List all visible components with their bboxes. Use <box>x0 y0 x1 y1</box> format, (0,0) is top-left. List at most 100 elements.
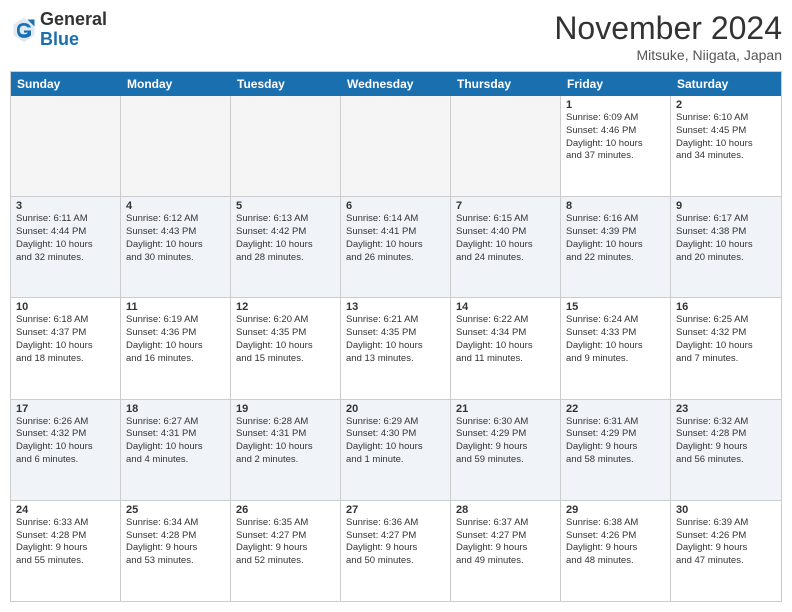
day-number: 29 <box>566 504 665 516</box>
calendar-cell: 26Sunrise: 6:35 AMSunset: 4:27 PMDayligh… <box>231 501 341 601</box>
day-info: Sunrise: 6:25 AMSunset: 4:32 PMDaylight:… <box>676 314 776 365</box>
day-info: Sunrise: 6:32 AMSunset: 4:28 PMDaylight:… <box>676 416 776 467</box>
day-number: 17 <box>16 403 115 415</box>
day-info: Sunrise: 6:21 AMSunset: 4:35 PMDaylight:… <box>346 314 445 365</box>
day-number: 5 <box>236 200 335 212</box>
day-info: Sunrise: 6:14 AMSunset: 4:41 PMDaylight:… <box>346 213 445 264</box>
calendar-cell: 16Sunrise: 6:25 AMSunset: 4:32 PMDayligh… <box>671 298 781 398</box>
calendar-cell: 30Sunrise: 6:39 AMSunset: 4:26 PMDayligh… <box>671 501 781 601</box>
day-number: 23 <box>676 403 776 415</box>
calendar-cell: 22Sunrise: 6:31 AMSunset: 4:29 PMDayligh… <box>561 400 671 500</box>
header: General Blue November 2024 Mitsuke, Niig… <box>10 10 782 63</box>
day-info: Sunrise: 6:10 AMSunset: 4:45 PMDaylight:… <box>676 112 776 163</box>
day-info: Sunrise: 6:39 AMSunset: 4:26 PMDaylight:… <box>676 517 776 568</box>
logo-text: General Blue <box>40 10 107 50</box>
day-info: Sunrise: 6:24 AMSunset: 4:33 PMDaylight:… <box>566 314 665 365</box>
day-number: 26 <box>236 504 335 516</box>
calendar-header-day: Tuesday <box>231 72 341 96</box>
calendar-cell: 7Sunrise: 6:15 AMSunset: 4:40 PMDaylight… <box>451 197 561 297</box>
day-number: 18 <box>126 403 225 415</box>
day-info: Sunrise: 6:34 AMSunset: 4:28 PMDaylight:… <box>126 517 225 568</box>
day-number: 25 <box>126 504 225 516</box>
calendar-body: 1Sunrise: 6:09 AMSunset: 4:46 PMDaylight… <box>11 96 781 601</box>
day-info: Sunrise: 6:18 AMSunset: 4:37 PMDaylight:… <box>16 314 115 365</box>
day-info: Sunrise: 6:15 AMSunset: 4:40 PMDaylight:… <box>456 213 555 264</box>
calendar-header-day: Thursday <box>451 72 561 96</box>
day-info: Sunrise: 6:38 AMSunset: 4:26 PMDaylight:… <box>566 517 665 568</box>
logo-general: General <box>40 9 107 29</box>
calendar-cell: 4Sunrise: 6:12 AMSunset: 4:43 PMDaylight… <box>121 197 231 297</box>
calendar-cell: 19Sunrise: 6:28 AMSunset: 4:31 PMDayligh… <box>231 400 341 500</box>
calendar-cell: 10Sunrise: 6:18 AMSunset: 4:37 PMDayligh… <box>11 298 121 398</box>
calendar-cell: 11Sunrise: 6:19 AMSunset: 4:36 PMDayligh… <box>121 298 231 398</box>
calendar-cell <box>341 96 451 196</box>
calendar-header-day: Friday <box>561 72 671 96</box>
day-number: 27 <box>346 504 445 516</box>
calendar-cell: 2Sunrise: 6:10 AMSunset: 4:45 PMDaylight… <box>671 96 781 196</box>
day-number: 2 <box>676 99 776 111</box>
calendar-row: 24Sunrise: 6:33 AMSunset: 4:28 PMDayligh… <box>11 501 781 601</box>
day-info: Sunrise: 6:17 AMSunset: 4:38 PMDaylight:… <box>676 213 776 264</box>
calendar-cell: 17Sunrise: 6:26 AMSunset: 4:32 PMDayligh… <box>11 400 121 500</box>
day-info: Sunrise: 6:33 AMSunset: 4:28 PMDaylight:… <box>16 517 115 568</box>
calendar-cell: 14Sunrise: 6:22 AMSunset: 4:34 PMDayligh… <box>451 298 561 398</box>
calendar-cell: 1Sunrise: 6:09 AMSunset: 4:46 PMDaylight… <box>561 96 671 196</box>
day-info: Sunrise: 6:28 AMSunset: 4:31 PMDaylight:… <box>236 416 335 467</box>
calendar-cell: 27Sunrise: 6:36 AMSunset: 4:27 PMDayligh… <box>341 501 451 601</box>
calendar-cell: 5Sunrise: 6:13 AMSunset: 4:42 PMDaylight… <box>231 197 341 297</box>
calendar-cell: 25Sunrise: 6:34 AMSunset: 4:28 PMDayligh… <box>121 501 231 601</box>
logo-icon <box>10 16 38 44</box>
day-number: 19 <box>236 403 335 415</box>
main-container: General Blue November 2024 Mitsuke, Niig… <box>0 0 792 612</box>
calendar-cell <box>451 96 561 196</box>
calendar-cell: 3Sunrise: 6:11 AMSunset: 4:44 PMDaylight… <box>11 197 121 297</box>
day-number: 28 <box>456 504 555 516</box>
calendar-cell: 21Sunrise: 6:30 AMSunset: 4:29 PMDayligh… <box>451 400 561 500</box>
day-info: Sunrise: 6:36 AMSunset: 4:27 PMDaylight:… <box>346 517 445 568</box>
day-number: 30 <box>676 504 776 516</box>
day-info: Sunrise: 6:11 AMSunset: 4:44 PMDaylight:… <box>16 213 115 264</box>
day-info: Sunrise: 6:22 AMSunset: 4:34 PMDaylight:… <box>456 314 555 365</box>
day-number: 24 <box>16 504 115 516</box>
day-info: Sunrise: 6:16 AMSunset: 4:39 PMDaylight:… <box>566 213 665 264</box>
calendar-cell: 28Sunrise: 6:37 AMSunset: 4:27 PMDayligh… <box>451 501 561 601</box>
day-info: Sunrise: 6:37 AMSunset: 4:27 PMDaylight:… <box>456 517 555 568</box>
day-info: Sunrise: 6:09 AMSunset: 4:46 PMDaylight:… <box>566 112 665 163</box>
day-number: 1 <box>566 99 665 111</box>
day-number: 3 <box>16 200 115 212</box>
calendar-cell <box>231 96 341 196</box>
day-info: Sunrise: 6:30 AMSunset: 4:29 PMDaylight:… <box>456 416 555 467</box>
calendar-row: 1Sunrise: 6:09 AMSunset: 4:46 PMDaylight… <box>11 96 781 197</box>
calendar-header-day: Sunday <box>11 72 121 96</box>
calendar-header-day: Monday <box>121 72 231 96</box>
day-info: Sunrise: 6:31 AMSunset: 4:29 PMDaylight:… <box>566 416 665 467</box>
day-info: Sunrise: 6:13 AMSunset: 4:42 PMDaylight:… <box>236 213 335 264</box>
logo-blue: Blue <box>40 29 79 49</box>
calendar-cell: 18Sunrise: 6:27 AMSunset: 4:31 PMDayligh… <box>121 400 231 500</box>
day-number: 7 <box>456 200 555 212</box>
day-info: Sunrise: 6:26 AMSunset: 4:32 PMDaylight:… <box>16 416 115 467</box>
day-number: 11 <box>126 301 225 313</box>
month-title: November 2024 <box>554 10 782 47</box>
calendar-header-day: Wednesday <box>341 72 451 96</box>
day-number: 14 <box>456 301 555 313</box>
location-subtitle: Mitsuke, Niigata, Japan <box>554 47 782 63</box>
calendar-cell: 12Sunrise: 6:20 AMSunset: 4:35 PMDayligh… <box>231 298 341 398</box>
day-number: 10 <box>16 301 115 313</box>
calendar-cell: 24Sunrise: 6:33 AMSunset: 4:28 PMDayligh… <box>11 501 121 601</box>
calendar-cell: 6Sunrise: 6:14 AMSunset: 4:41 PMDaylight… <box>341 197 451 297</box>
calendar-cell: 13Sunrise: 6:21 AMSunset: 4:35 PMDayligh… <box>341 298 451 398</box>
day-number: 22 <box>566 403 665 415</box>
day-number: 8 <box>566 200 665 212</box>
day-number: 6 <box>346 200 445 212</box>
calendar-row: 17Sunrise: 6:26 AMSunset: 4:32 PMDayligh… <box>11 400 781 501</box>
day-info: Sunrise: 6:35 AMSunset: 4:27 PMDaylight:… <box>236 517 335 568</box>
title-block: November 2024 Mitsuke, Niigata, Japan <box>554 10 782 63</box>
calendar-cell: 8Sunrise: 6:16 AMSunset: 4:39 PMDaylight… <box>561 197 671 297</box>
day-number: 13 <box>346 301 445 313</box>
day-info: Sunrise: 6:29 AMSunset: 4:30 PMDaylight:… <box>346 416 445 467</box>
day-number: 16 <box>676 301 776 313</box>
day-info: Sunrise: 6:19 AMSunset: 4:36 PMDaylight:… <box>126 314 225 365</box>
calendar-cell: 29Sunrise: 6:38 AMSunset: 4:26 PMDayligh… <box>561 501 671 601</box>
calendar-header: SundayMondayTuesdayWednesdayThursdayFrid… <box>11 72 781 96</box>
